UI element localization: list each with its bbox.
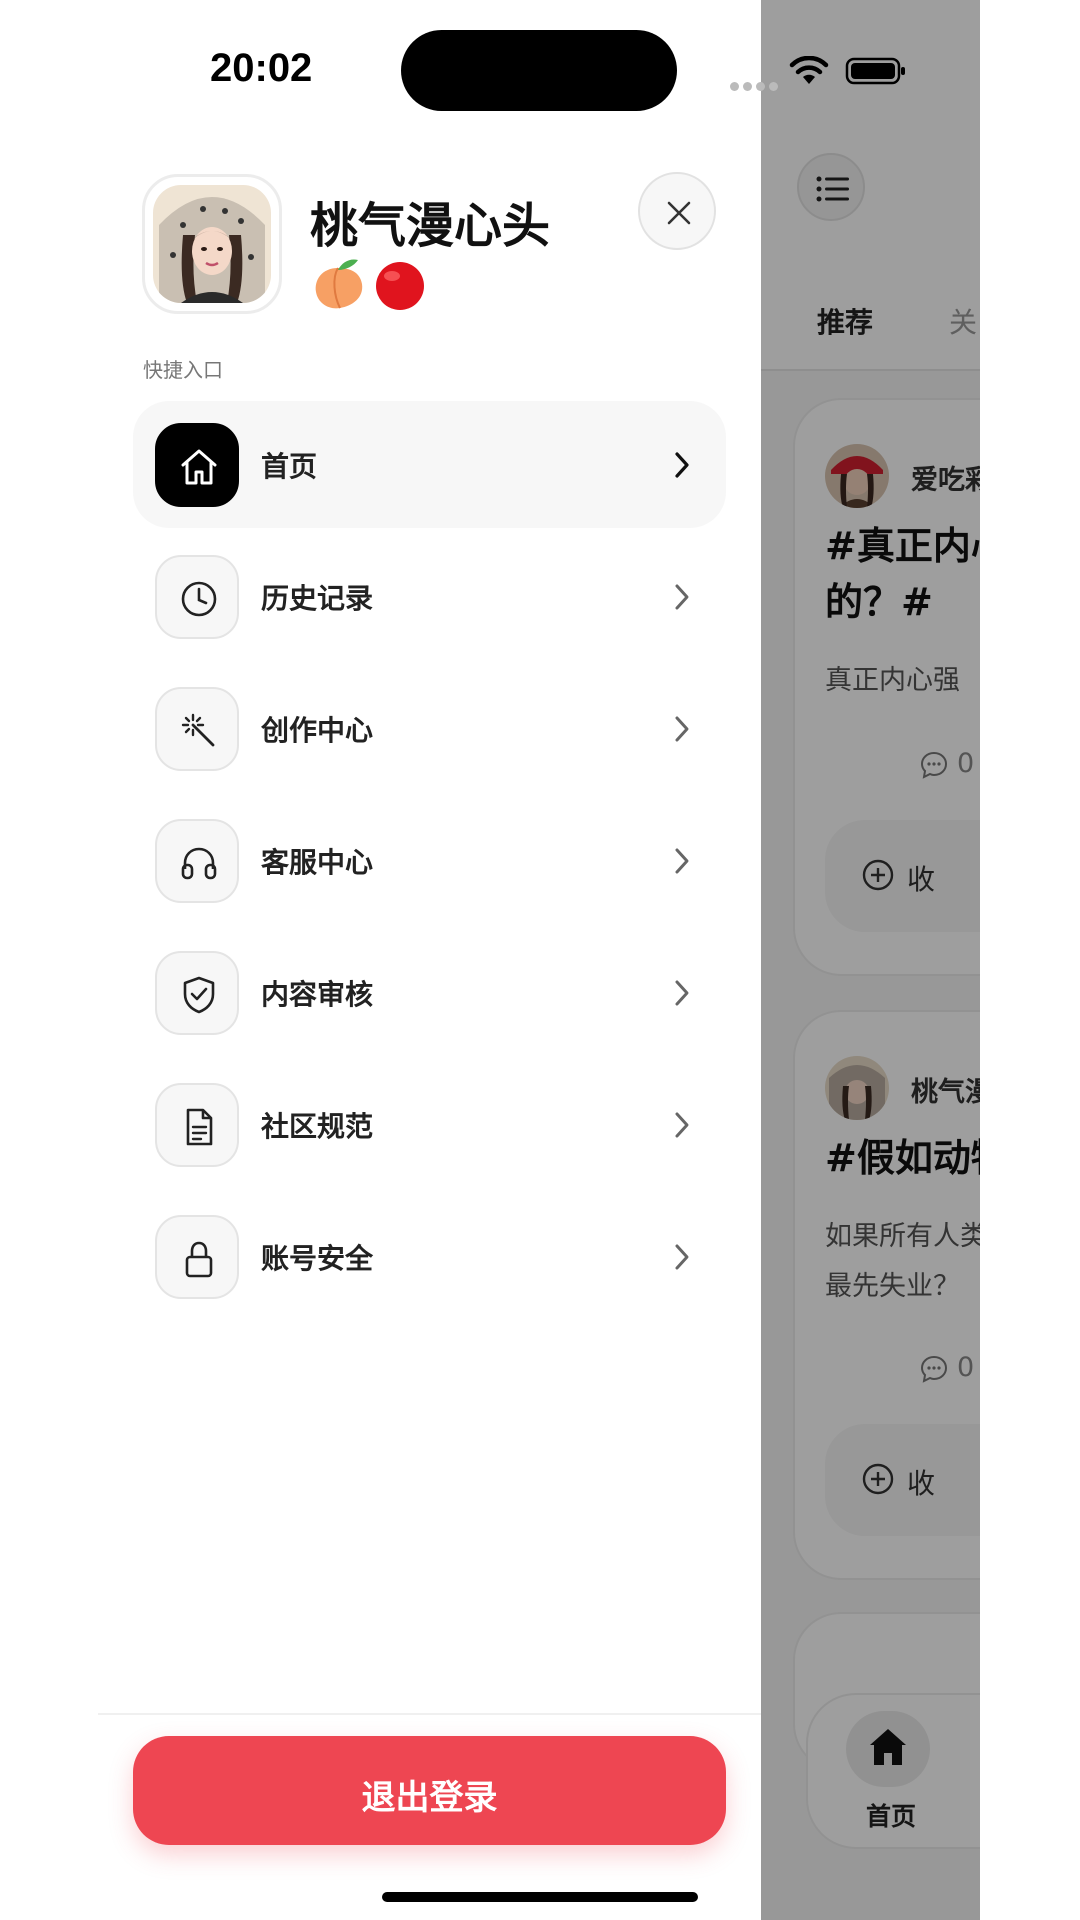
- profile-emoji: [312, 256, 432, 316]
- status-time: 20:02: [210, 46, 313, 90]
- wifi-icon: [789, 56, 829, 84]
- menu-label: 内容审核: [261, 978, 374, 1011]
- profile-avatar[interactable]: [142, 174, 282, 314]
- close-icon: [667, 201, 691, 225]
- chevron-right-icon: [675, 980, 689, 1006]
- avatar-photo: [153, 185, 271, 303]
- menu-label: 历史记录: [261, 582, 374, 615]
- chevron-right-icon: [675, 452, 689, 478]
- chevron-right-icon: [675, 584, 689, 610]
- battery-icon: [845, 57, 905, 85]
- home-icon: [155, 423, 239, 507]
- clock-icon: [155, 555, 239, 639]
- menu-item-home[interactable]: 首页: [133, 401, 726, 528]
- shield-check-icon: [155, 951, 239, 1035]
- document-icon: [155, 1083, 239, 1167]
- menu-item-content-review[interactable]: 内容审核: [133, 929, 726, 1056]
- profile-name: 桃气漫心头: [310, 198, 551, 254]
- headphones-icon: [155, 819, 239, 903]
- chevron-right-icon: [675, 848, 689, 874]
- menu-item-history[interactable]: 历史记录: [133, 533, 726, 660]
- magic-wand-icon: [155, 687, 239, 771]
- signal-icon: [730, 76, 782, 95]
- logout-button[interactable]: 退出登录: [133, 1736, 726, 1845]
- menu-label: 社区规范: [261, 1110, 374, 1143]
- menu-item-customer-service[interactable]: 客服中心: [133, 797, 726, 924]
- menu-label: 创作中心: [261, 714, 374, 747]
- dynamic-island: [401, 30, 677, 111]
- home-indicator: [382, 1892, 698, 1902]
- menu-label: 账号安全: [261, 1242, 374, 1275]
- menu-item-account-security[interactable]: 账号安全: [133, 1193, 726, 1320]
- screen: 推荐 关 爱吃彩 #真正内心 的？# 真正内心强 0 收 桃气漫 #假如动物 如…: [0, 0, 1080, 1920]
- lock-icon: [155, 1215, 239, 1299]
- menu-item-creation-center[interactable]: 创作中心: [133, 665, 726, 792]
- screen-edge: [980, 0, 1080, 1920]
- close-button[interactable]: [638, 172, 716, 250]
- menu-label: 首页: [261, 450, 318, 483]
- red-circle-emoji: [376, 262, 424, 310]
- peach-emoji: [315, 259, 363, 309]
- menu-label: 客服中心: [261, 846, 374, 879]
- chevron-right-icon: [675, 1244, 689, 1270]
- chevron-right-icon: [675, 1112, 689, 1138]
- chevron-right-icon: [675, 716, 689, 742]
- menu-item-community-guidelines[interactable]: 社区规范: [133, 1061, 726, 1188]
- divider: [98, 1713, 761, 1715]
- section-label: 快捷入口: [143, 358, 223, 382]
- side-drawer: 桃气漫心头 快捷入口 首页 历史记录 创作中心 客服中心 内容审核 社区规范 账…: [0, 0, 761, 1920]
- logout-label: 退出登录: [361, 1778, 498, 1818]
